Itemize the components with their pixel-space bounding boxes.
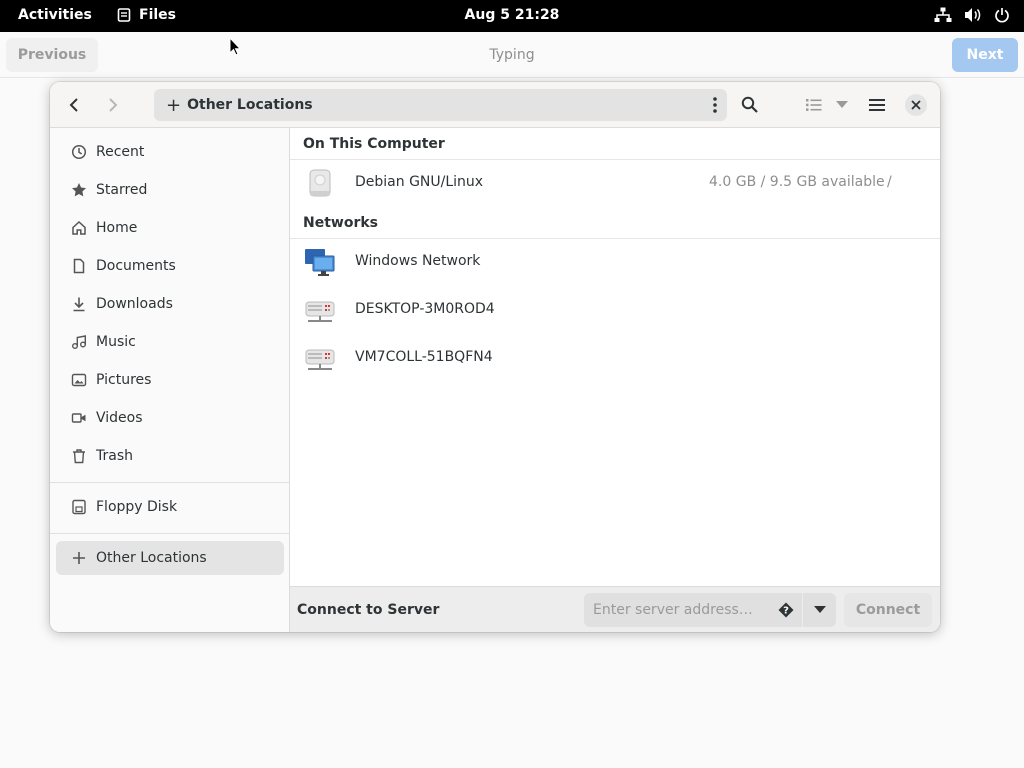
sidebar-item-label: Home — [96, 220, 138, 236]
location-row-debian[interactable]: Debian GNU/Linux 4.0 GB / 9.5 GB availab… — [290, 160, 940, 206]
chevron-down-icon — [813, 606, 826, 613]
sidebar-item-label: Downloads — [96, 296, 173, 312]
next-button[interactable]: Next — [952, 38, 1018, 72]
location-row-vm7coll-51bqfn4[interactable]: VM7COLL-51BQFN4 — [290, 335, 940, 381]
sidebar-item-recent[interactable]: Recent — [56, 135, 284, 169]
plus-icon: + — [166, 94, 182, 116]
hamburger-icon — [869, 99, 885, 111]
floppy-icon — [70, 498, 88, 516]
view-options-button[interactable] — [833, 94, 851, 116]
sidebar-item-label: Music — [96, 334, 136, 350]
chevron-right-icon — [109, 98, 118, 112]
main-menu-button[interactable] — [865, 94, 889, 116]
system-tray[interactable] — [934, 7, 1010, 23]
location-pathbar[interactable]: + Other Locations — [154, 89, 727, 121]
recent-servers-dropdown[interactable] — [803, 593, 836, 627]
network-workgroup-icon — [305, 249, 335, 276]
power-icon — [995, 8, 1009, 23]
network-icon — [934, 7, 952, 22]
connect-button[interactable]: Connect — [844, 593, 932, 627]
video-icon — [70, 409, 88, 427]
location-space: 4.0 GB / 9.5 GB available — [709, 174, 885, 190]
places-sidebar: Recent Starred Home Documents Downloads … — [50, 128, 290, 632]
document-icon — [70, 257, 88, 275]
sidebar-item-starred[interactable]: Starred — [56, 173, 284, 207]
plus-icon — [70, 549, 88, 567]
location-name: DESKTOP-3M0ROD4 — [355, 301, 495, 317]
search-icon — [741, 96, 758, 113]
star-icon — [70, 181, 88, 199]
close-button[interactable] — [905, 94, 927, 116]
sidebar-item-documents[interactable]: Documents — [56, 249, 284, 283]
sidebar-item-label: Recent — [96, 144, 145, 160]
sidebar-item-floppy-disk[interactable]: Floppy Disk — [56, 490, 284, 524]
section-header-on-this-computer: On This Computer — [303, 136, 445, 152]
server-address-placeholder: Enter server address… — [593, 602, 753, 618]
network-server-icon — [305, 349, 335, 370]
mouse-cursor-icon — [229, 37, 241, 56]
list-view-button[interactable] — [802, 94, 826, 116]
location-label: Other Locations — [187, 97, 313, 113]
list-view-icon — [806, 99, 822, 111]
kebab-menu-icon[interactable] — [713, 97, 717, 113]
sidebar-item-downloads[interactable]: Downloads — [56, 287, 284, 321]
sidebar-separator — [50, 482, 290, 483]
download-icon — [70, 295, 88, 313]
dialog-header: + Other Locations — [50, 82, 940, 128]
close-icon — [911, 100, 921, 110]
home-icon — [70, 219, 88, 237]
sidebar-item-music[interactable]: Music — [56, 325, 284, 359]
location-name: Windows Network — [355, 253, 481, 269]
harddisk-icon — [309, 169, 331, 197]
file-chooser-dialog: + Other Locations Recent Starred Home Do… — [50, 82, 940, 632]
chevron-left-icon — [69, 98, 78, 112]
location-name: Debian GNU/Linux — [355, 174, 484, 190]
sidebar-item-label: Pictures — [96, 372, 152, 388]
sidebar-item-videos[interactable]: Videos — [56, 401, 284, 435]
sidebar-item-label: Trash — [96, 448, 133, 464]
volume-icon — [965, 8, 981, 22]
sidebar-item-label: Starred — [96, 182, 148, 198]
chevron-down-icon — [836, 101, 848, 108]
sidebar-item-label: Videos — [96, 410, 143, 426]
network-server-icon — [305, 301, 335, 322]
location-name: VM7COLL-51BQFN4 — [355, 349, 493, 365]
other-locations-view: On This Computer Debian GNU/Linux 4.0 GB… — [290, 128, 940, 586]
search-button[interactable] — [738, 94, 762, 116]
back-button[interactable] — [64, 94, 84, 116]
sidebar-item-label: Other Locations — [96, 550, 207, 566]
clock-icon — [70, 143, 88, 161]
trash-icon — [70, 447, 88, 465]
picture-icon — [70, 371, 88, 389]
assistant-title: Typing — [489, 47, 535, 63]
clock[interactable]: Aug 5 21:28 — [0, 7, 1024, 23]
location-row-desktop-3m0rod4[interactable]: DESKTOP-3M0ROD4 — [290, 287, 940, 333]
music-icon — [70, 333, 88, 351]
sidebar-separator — [50, 533, 290, 534]
sidebar-item-home[interactable]: Home — [56, 211, 284, 245]
forward-button[interactable] — [103, 94, 123, 116]
location-mount-point: / — [887, 174, 892, 190]
connect-to-server-bar: Connect to Server Enter server address… … — [290, 586, 940, 632]
sidebar-item-other-locations[interactable]: Other Locations — [56, 541, 284, 575]
location-row-windows-network[interactable]: Windows Network — [290, 239, 940, 285]
help-icon[interactable]: ? — [778, 602, 794, 618]
sidebar-item-label: Documents — [96, 258, 176, 274]
assistant-header: Previous Typing Next — [0, 32, 1024, 78]
server-address-input[interactable]: Enter server address… ? — [584, 593, 802, 627]
sidebar-item-pictures[interactable]: Pictures — [56, 363, 284, 397]
section-header-networks: Networks — [303, 215, 379, 231]
sidebar-item-trash[interactable]: Trash — [56, 439, 284, 473]
connect-to-server-label: Connect to Server — [297, 602, 440, 618]
sidebar-item-label: Floppy Disk — [96, 499, 178, 515]
top-bar: Activities Files Aug 5 21:28 — [0, 0, 1024, 32]
svg-text:?: ? — [783, 606, 789, 617]
